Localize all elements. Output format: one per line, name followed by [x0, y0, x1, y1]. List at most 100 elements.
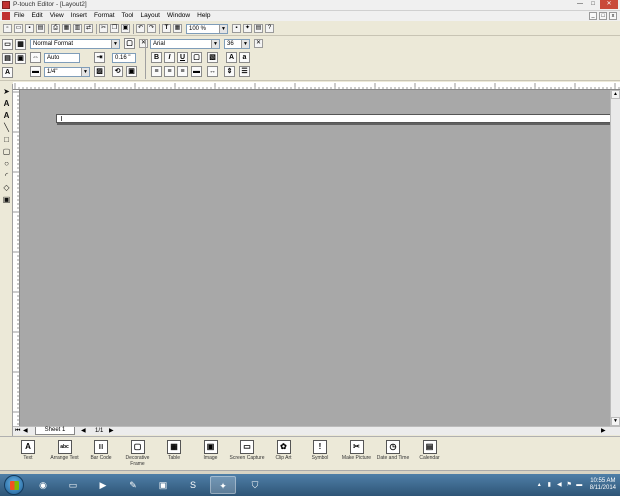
text-tool-icon[interactable]: A: [1, 98, 12, 109]
frame-tool-icon[interactable]: ▣: [1, 194, 12, 205]
volume-icon[interactable]: ◀: [556, 482, 563, 489]
frame-text-icon[interactable]: ▢: [191, 52, 202, 63]
dock-item[interactable]: ▣ Image: [192, 440, 230, 470]
menu-tool[interactable]: Tool: [122, 12, 134, 19]
dock-item[interactable]: ▭ Screen Capture: [228, 440, 266, 470]
media-player-icon[interactable]: ▶: [90, 476, 116, 494]
chrome-icon[interactable]: ◉: [30, 476, 56, 494]
chevron-down-icon[interactable]: ▼: [241, 40, 249, 48]
format-select[interactable]: Normal Format ▼: [30, 39, 120, 49]
tape-icon[interactable]: ▬: [30, 66, 41, 77]
panel-close-icon[interactable]: ✕: [139, 39, 148, 48]
increase-font-icon[interactable]: A: [226, 52, 237, 63]
tray-arrow-icon[interactable]: ▴: [536, 482, 543, 489]
ptouch-taskbar-icon[interactable]: ✦: [210, 476, 236, 494]
char-spacing-icon[interactable]: ↔: [207, 66, 218, 77]
minimize-icon[interactable]: —: [574, 0, 586, 9]
doc-restore-icon[interactable]: □: [599, 12, 607, 20]
text-tool-icon[interactable]: T: [162, 24, 171, 33]
frame-icon[interactable]: ▢: [124, 38, 135, 49]
rotate-icon[interactable]: ⟲: [112, 66, 123, 77]
doc-minimize-icon[interactable]: _: [589, 12, 597, 20]
battery-icon[interactable]: ▬: [576, 482, 583, 489]
ellipse-tool-icon[interactable]: ○: [1, 158, 12, 169]
scroll-up-icon[interactable]: ▲: [611, 90, 620, 99]
menu-window[interactable]: Window: [167, 12, 190, 19]
align-left-icon[interactable]: ≡: [151, 66, 162, 77]
font-select[interactable]: Arial ▼: [150, 39, 220, 49]
align-center-icon[interactable]: ≡: [164, 66, 175, 77]
vertical-scrollbar[interactable]: ▲ ▼: [610, 90, 620, 426]
cut-icon[interactable]: ✂: [99, 24, 108, 33]
paste-icon[interactable]: ▣: [121, 24, 130, 33]
dock-item[interactable]: ◷ Date and Time: [374, 440, 412, 470]
dock-item[interactable]: ▢ Decorative Frame: [119, 440, 157, 470]
menu-file[interactable]: File: [14, 12, 24, 19]
dock-item[interactable]: abc Arrange Text: [46, 440, 84, 470]
length-input[interactable]: Auto: [44, 53, 80, 63]
rounded-rect-tool-icon[interactable]: ▢: [1, 146, 12, 157]
bold-button[interactable]: B: [151, 52, 162, 63]
sheet-tab[interactable]: Sheet 1: [35, 427, 75, 435]
menu-help[interactable]: Help: [197, 12, 210, 19]
template-icon[interactable]: ▣: [15, 53, 26, 64]
close-icon[interactable]: ✕: [600, 0, 618, 9]
line-spacing-icon[interactable]: ☰: [239, 66, 250, 77]
first-sheet-icon[interactable]: ⏮: [15, 427, 20, 435]
prev-sheet-icon[interactable]: ◀: [23, 427, 28, 435]
chevron-down-icon[interactable]: ▼: [81, 68, 89, 76]
font-properties-icon[interactable]: A: [2, 67, 13, 78]
doc-close-icon[interactable]: x: [609, 12, 617, 20]
page-setup-icon[interactable]: ▭: [2, 39, 13, 50]
arc-tool-icon[interactable]: ◜: [1, 170, 12, 181]
chevron-down-icon[interactable]: ▼: [111, 40, 119, 48]
database-icon[interactable]: ▤: [36, 24, 45, 33]
help-icon[interactable]: ?: [265, 24, 274, 33]
align-right-icon[interactable]: ≡: [177, 66, 188, 77]
undo-icon[interactable]: ↶: [136, 24, 145, 33]
dock-item[interactable]: ! Symbol: [301, 440, 339, 470]
dock-item[interactable]: A Text: [9, 440, 47, 470]
font-size-select[interactable]: 36 ▼: [224, 39, 250, 49]
paint-icon[interactable]: ✎: [120, 476, 146, 494]
wizard-icon[interactable]: ✦: [243, 24, 252, 33]
menu-layout[interactable]: Layout: [140, 12, 160, 19]
line-tool-icon[interactable]: ╲: [1, 122, 12, 133]
fit-icon[interactable]: ▣: [126, 66, 137, 77]
menu-insert[interactable]: Insert: [71, 12, 87, 19]
font-panel-close-icon[interactable]: ✕: [254, 39, 263, 48]
library-icon[interactable]: ▤: [254, 24, 263, 33]
security-icon[interactable]: ⛉: [242, 476, 268, 494]
margin-icon[interactable]: ⇥: [94, 52, 105, 63]
zoom-select[interactable]: 100 % ▼: [186, 24, 228, 34]
maximize-icon[interactable]: □: [587, 0, 599, 9]
decrease-font-icon[interactable]: a: [239, 52, 250, 63]
start-button[interactable]: [4, 475, 24, 495]
margin-input[interactable]: 0.16 ": [112, 53, 136, 63]
chevron-down-icon[interactable]: ▼: [211, 40, 219, 48]
network-icon[interactable]: ▮: [546, 482, 553, 489]
skype-icon[interactable]: S: [180, 476, 206, 494]
chevron-down-icon[interactable]: ▼: [219, 25, 227, 33]
next-page-icon[interactable]: ▶: [109, 427, 114, 435]
dock-item[interactable]: ||| Bar Code: [82, 440, 120, 470]
dock-item[interactable]: ▦ Table: [155, 440, 193, 470]
grid-icon[interactable]: ▦: [173, 24, 182, 33]
screen-icon[interactable]: ▣: [150, 476, 176, 494]
layout-icon[interactable]: ▦: [15, 39, 26, 50]
scroll-down-icon[interactable]: ▼: [611, 417, 620, 426]
new-icon[interactable]: ▫: [3, 24, 12, 33]
underline-button[interactable]: U: [177, 52, 188, 63]
italic-button[interactable]: I: [164, 52, 175, 63]
rectangle-tool-icon[interactable]: □: [1, 134, 12, 145]
copy-icon[interactable]: ❐: [110, 24, 119, 33]
app-icon[interactable]: [2, 1, 10, 9]
add-on-icon[interactable]: ▪: [232, 24, 241, 33]
dock-item[interactable]: ✿ Clip Art: [265, 440, 303, 470]
length-icon[interactable]: ⇔: [30, 52, 41, 63]
transfer-icon[interactable]: ⇄: [84, 24, 93, 33]
color-icon[interactable]: ▨: [94, 66, 105, 77]
prev-page-icon[interactable]: ◀: [81, 427, 86, 435]
layout-canvas[interactable]: [20, 90, 610, 426]
dock-item[interactable]: ✂ Make Picture: [338, 440, 376, 470]
